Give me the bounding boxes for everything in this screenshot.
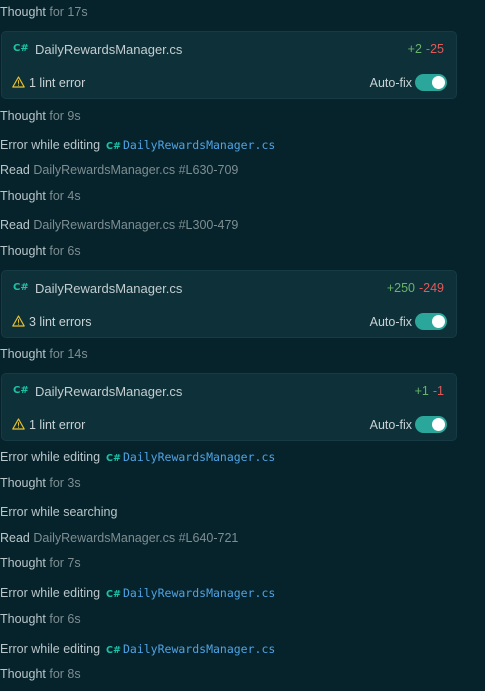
thought-label: Thought — [0, 109, 46, 123]
diff-stats: +2 -25 — [408, 42, 444, 56]
thought-label: Thought — [0, 5, 46, 19]
diff-stats: +250 -249 — [387, 281, 444, 295]
file-link[interactable]: DailyRewardsManager.cs — [123, 450, 275, 464]
csharp-file-icon: C# — [13, 43, 29, 54]
read-row[interactable]: Read DailyRewardsManager.cs #L640-721 — [0, 530, 238, 546]
lines-removed: -25 — [425, 42, 444, 56]
thought-duration: for 7s — [49, 556, 81, 570]
error-editing-row[interactable]: Error while editing C# DailyRewardsManager… — [0, 641, 275, 659]
autofix-toggle[interactable] — [415, 74, 447, 91]
thought-duration: for 9s — [49, 109, 81, 123]
edit-card-footer: 1 lint error Auto-fix — [2, 408, 456, 442]
thought-row[interactable]: Thought for 6s — [0, 611, 81, 627]
csharp-file-icon: C# — [106, 645, 121, 656]
lint-error-count[interactable]: 1 lint error — [29, 76, 85, 90]
lint-error-count[interactable]: 1 lint error — [29, 418, 85, 432]
read-label: Read — [0, 531, 30, 545]
thought-row[interactable]: Thought for 6s — [0, 243, 81, 259]
thought-row[interactable]: Thought for 8s — [0, 666, 81, 682]
csharp-file-icon: C# — [13, 282, 29, 293]
read-filename[interactable]: DailyRewardsManager.cs — [33, 218, 175, 232]
toggle-knob — [432, 418, 445, 431]
autofix-label: Auto-fix — [369, 315, 412, 329]
edit-card-header[interactable]: C# DailyRewardsManager.cs +2 -25 — [2, 32, 456, 66]
autofix-label: Auto-fix — [369, 418, 412, 432]
thought-row[interactable]: Thought for 17s — [0, 4, 88, 20]
edit-card[interactable]: C# DailyRewardsManager.cs +250 -249 3 lin… — [1, 270, 457, 338]
read-label: Read — [0, 163, 30, 177]
read-filename[interactable]: DailyRewardsManager.cs — [33, 163, 175, 177]
edit-card-filename[interactable]: DailyRewardsManager.cs — [35, 42, 182, 57]
autofix-toggle[interactable] — [415, 416, 447, 433]
error-label: Error while editing — [0, 586, 101, 600]
thought-row[interactable]: Thought for 9s — [0, 108, 81, 124]
lines-added: +2 — [407, 42, 422, 56]
lint-error-count[interactable]: 3 lint errors — [29, 315, 92, 329]
error-editing-row[interactable]: Error while editing C# DailyRewardsManager… — [0, 449, 275, 467]
edit-card-footer: 3 lint errors Auto-fix — [2, 305, 456, 339]
thought-row[interactable]: Thought for 7s — [0, 555, 81, 571]
autofix-toggle[interactable] — [415, 313, 447, 330]
error-editing-row[interactable]: Error while editing C# DailyRewardsManager… — [0, 585, 275, 603]
read-label: Read — [0, 218, 30, 232]
autofix-label: Auto-fix — [369, 76, 412, 90]
lines-added: +250 — [386, 281, 415, 295]
error-label: Error while editing — [0, 138, 101, 152]
thought-duration: for 17s — [49, 5, 88, 19]
thought-row[interactable]: Thought for 14s — [0, 346, 88, 362]
read-row[interactable]: Read DailyRewardsManager.cs #L300-479 — [0, 217, 238, 233]
error-label: Error while editing — [0, 642, 101, 656]
read-row[interactable]: Read DailyRewardsManager.cs #L630-709 — [0, 162, 238, 178]
edit-card[interactable]: C# DailyRewardsManager.cs +2 -25 1 lint e… — [1, 31, 457, 99]
edit-card-footer: 1 lint error Auto-fix — [2, 66, 456, 100]
file-link[interactable]: DailyRewardsManager.cs — [123, 642, 275, 656]
thought-label: Thought — [0, 667, 46, 681]
error-searching-row[interactable]: Error while searching — [0, 504, 117, 520]
warning-icon — [12, 315, 25, 327]
thought-label: Thought — [0, 189, 46, 203]
thought-label: Thought — [0, 612, 46, 626]
edit-card-header[interactable]: C# DailyRewardsManager.cs +250 -249 — [2, 271, 456, 305]
toggle-knob — [432, 315, 445, 328]
read-line-range: #L630-709 — [178, 163, 239, 177]
thought-duration: for 4s — [49, 189, 81, 203]
file-link[interactable]: DailyRewardsManager.cs — [123, 138, 275, 152]
thought-label: Thought — [0, 476, 46, 490]
csharp-file-icon: C# — [106, 589, 121, 600]
edit-card-filename[interactable]: DailyRewardsManager.cs — [35, 281, 182, 296]
read-line-range: #L640-721 — [178, 531, 239, 545]
thought-duration: for 6s — [49, 244, 81, 258]
thought-duration: for 6s — [49, 612, 81, 626]
csharp-file-icon: C# — [13, 385, 29, 396]
thought-label: Thought — [0, 347, 46, 361]
warning-icon — [12, 418, 25, 430]
thought-duration: for 3s — [49, 476, 81, 490]
thought-duration: for 8s — [49, 667, 81, 681]
read-line-range: #L300-479 — [178, 218, 239, 232]
edit-card-filename[interactable]: DailyRewardsManager.cs — [35, 384, 182, 399]
error-label: Error while editing — [0, 450, 101, 464]
toggle-knob — [432, 76, 445, 89]
error-editing-row[interactable]: Error while editing C# DailyRewardsManager… — [0, 137, 275, 155]
error-label: Error while searching — [0, 505, 118, 519]
csharp-file-icon: C# — [106, 141, 121, 152]
edit-card[interactable]: C# DailyRewardsManager.cs +1 -1 1 lint er… — [1, 373, 457, 441]
csharp-file-icon: C# — [106, 453, 121, 464]
thought-row[interactable]: Thought for 4s — [0, 188, 81, 204]
file-link[interactable]: DailyRewardsManager.cs — [123, 586, 275, 600]
thought-row[interactable]: Thought for 3s — [0, 475, 81, 491]
lines-removed: -249 — [418, 281, 444, 295]
warning-icon — [12, 76, 25, 88]
edit-card-header[interactable]: C# DailyRewardsManager.cs +1 -1 — [2, 374, 456, 408]
thought-duration: for 14s — [49, 347, 88, 361]
thought-label: Thought — [0, 244, 46, 258]
thought-label: Thought — [0, 556, 46, 570]
lines-removed: -1 — [432, 384, 444, 398]
lines-added: +1 — [414, 384, 429, 398]
read-filename[interactable]: DailyRewardsManager.cs — [33, 531, 175, 545]
diff-stats: +1 -1 — [415, 384, 444, 398]
